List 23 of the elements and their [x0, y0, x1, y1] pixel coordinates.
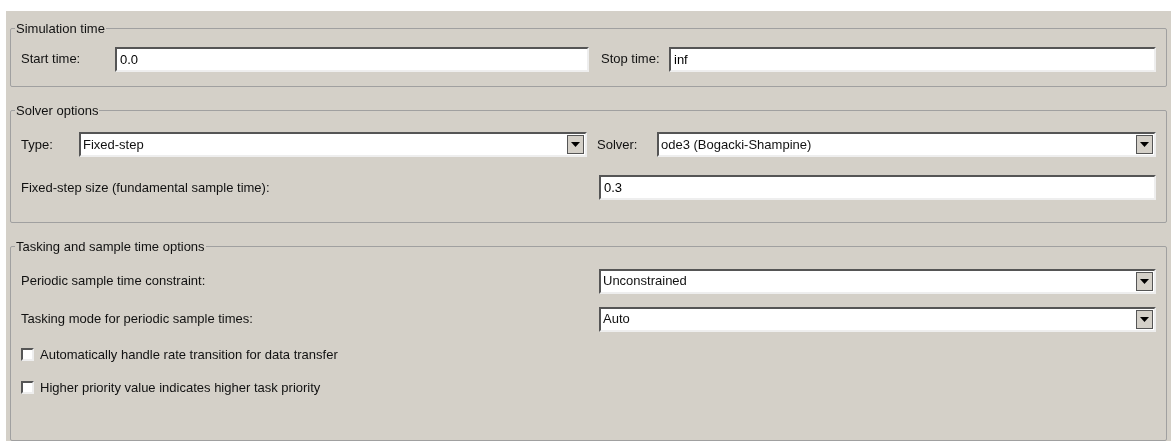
checkbox[interactable]: Higher priority value indicates higher task priority: [21, 377, 321, 398]
dropdown[interactable]: Fixed-step: [79, 132, 587, 157]
caret-icon: [567, 135, 584, 154]
input-field[interactable]: 0.0: [115, 46, 589, 72]
field-label: Stop time:: [601, 50, 661, 69]
caret-icon: [1136, 309, 1153, 329]
group-title: Solver options: [15, 101, 100, 120]
group-title: Tasking and sample time options: [15, 238, 206, 256]
field-label: Periodic sample time constraint:: [21, 272, 207, 291]
group-title: Simulation time: [15, 20, 106, 38]
input-field[interactable]: 0.3: [599, 175, 1156, 200]
field-label: Solver:: [597, 135, 639, 154]
checkbox[interactable]: Automatically handle rate transition for data transfer: [21, 344, 338, 365]
caret-icon: [1136, 271, 1153, 291]
caret-icon: [1136, 135, 1153, 154]
field-label: Start time:: [21, 50, 82, 69]
input-field[interactable]: inf: [669, 46, 1156, 72]
field-label: Type:: [21, 135, 54, 154]
dropdown[interactable]: ode3 (Bogacki-Shampine): [657, 132, 1156, 157]
field-label: Fixed-step size (fundamental sample time):: [21, 178, 271, 197]
dropdown[interactable]: Unconstrained: [599, 268, 1156, 294]
dropdown[interactable]: Auto: [599, 306, 1156, 332]
field-label: Tasking mode for periodic sample times:: [21, 310, 254, 329]
